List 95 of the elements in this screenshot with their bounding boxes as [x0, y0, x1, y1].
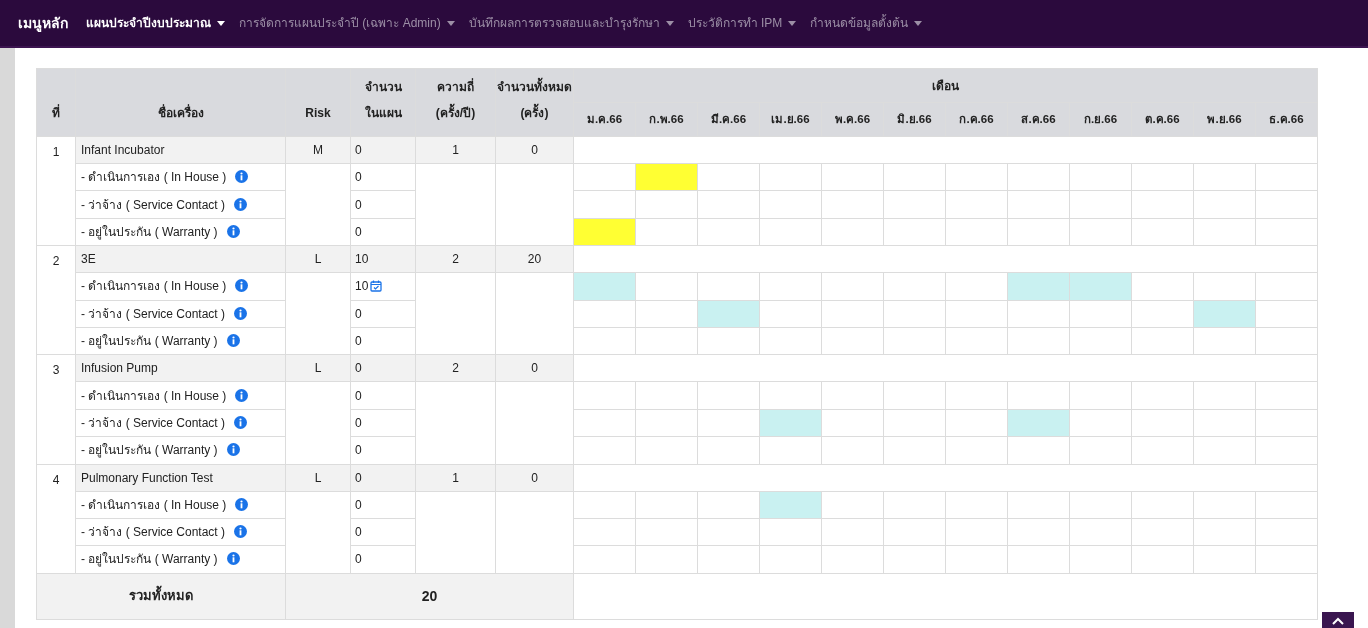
column-header: เม.ย.66 [759, 102, 822, 137]
column-header: ต.ค.66 [1131, 102, 1194, 137]
info-icon[interactable] [234, 525, 248, 539]
plan-type-label: - อยู่ในประกัน ( Warranty ) [81, 334, 218, 349]
column-header: พ.ค.66 [821, 102, 884, 137]
table-cell: 1 [36, 136, 76, 246]
info-icon[interactable] [226, 334, 240, 348]
nav-menu[interactable]: ประวัติการทำ IPM [687, 14, 797, 32]
column-header: ชื่อเครื่อง [75, 68, 286, 137]
column-header: มี.ค.66 [697, 102, 760, 137]
column-header: มิ.ย.66 [883, 102, 946, 137]
column-header: จำนวน ในแผน [350, 68, 416, 137]
column-header: ความถี่ (ครั้ง/ปี) [415, 68, 496, 137]
table-cell: 0 [355, 552, 362, 567]
plan-type-label: - ดำเนินการเอง ( In House ) [81, 388, 227, 403]
column-header: ก.ย.66 [1069, 102, 1132, 137]
caret-icon [788, 20, 797, 26]
table-cell: L [285, 464, 351, 491]
caret-icon [914, 20, 923, 26]
column-header: Risk [285, 68, 351, 137]
info-icon[interactable] [234, 306, 248, 320]
table-cell: 0 [350, 136, 416, 164]
calendar-check-icon[interactable] [370, 280, 383, 293]
info-icon[interactable] [226, 443, 240, 457]
chevron-up-icon [1332, 617, 1344, 625]
info-icon[interactable] [235, 279, 249, 293]
table-cell: 20 [495, 245, 574, 273]
plan-type-label: - ดำเนินการเอง ( In House ) [81, 497, 227, 512]
table-cell: 0 [355, 415, 362, 430]
column-header: เดือน [573, 68, 1318, 103]
table-cell: 0 [495, 354, 574, 382]
table-cell: 0 [350, 354, 416, 382]
info-icon[interactable] [235, 388, 249, 402]
info-icon[interactable] [234, 197, 248, 211]
table-cell: 0 [355, 525, 362, 540]
table-cell: 0 [495, 464, 574, 491]
info-icon[interactable] [226, 224, 240, 238]
info-icon[interactable] [235, 170, 249, 184]
plan-type-label: - ดำเนินการเอง ( In House ) [81, 170, 227, 185]
table-cell: 0 [355, 197, 362, 212]
plan-type-label: - อยู่ในประกัน ( Warranty ) [81, 224, 218, 239]
column-header: ก.พ.66 [635, 102, 698, 137]
column-header: ม.ค.66 [573, 102, 636, 137]
info-icon[interactable] [226, 552, 240, 566]
scroll-top-button[interactable] [1322, 612, 1354, 628]
table-cell: 0 [355, 334, 362, 349]
table-cell: 2 [415, 354, 496, 382]
table-cell: Pulmonary Function Test [75, 464, 286, 491]
table-cell: M [285, 136, 351, 164]
nav-menu[interactable]: การจัดการแผนประจำปี (เฉพาะ Admin) [239, 14, 455, 32]
table-cell: 0 [355, 443, 362, 458]
nav-menu[interactable]: แผนประจำปีงบประมาณ [86, 14, 225, 32]
nav-menu[interactable]: บันทึกผลการตรวจสอบและบำรุงรักษา [468, 14, 674, 32]
table-cell: 0 [350, 464, 416, 491]
table-cell: 0 [495, 136, 574, 164]
table-cell: 2 [36, 245, 76, 355]
column-header: ธ.ค.66 [1255, 102, 1318, 137]
plan-type-label: - อยู่ในประกัน ( Warranty ) [81, 552, 218, 567]
table-cell: Infant Incubator [75, 136, 286, 164]
nav-menu[interactable]: กำหนดข้อมูลตั้งต้น [810, 14, 923, 32]
info-icon[interactable] [235, 497, 249, 511]
total-value: 20 [285, 573, 574, 620]
total-label: รวมทั้งหมด [36, 573, 286, 620]
table-cell: 1 [415, 136, 496, 164]
column-header: ส.ค.66 [1007, 102, 1070, 137]
table-cell: 2 [415, 245, 496, 273]
plan-type-label: - ว่าจ้าง ( Service Contact ) [81, 197, 226, 212]
plan-type-label: - ว่าจ้าง ( Service Contact ) [81, 525, 226, 540]
column-header: ก.ค.66 [945, 102, 1008, 137]
table-cell: 3E [75, 245, 286, 273]
plan-type-label: - อยู่ในประกัน ( Warranty ) [81, 443, 218, 458]
table-cell: 10 [355, 279, 369, 294]
caret-icon [217, 20, 225, 26]
table-cell: 0 [355, 224, 362, 239]
table-cell: 10 [350, 245, 416, 273]
info-icon[interactable] [234, 415, 248, 429]
caret-icon [446, 20, 455, 26]
table-cell: 3 [36, 354, 76, 464]
table-cell: 0 [355, 306, 362, 321]
table-cell: 4 [36, 464, 76, 574]
column-header: จำนวนทั้งหมด (ครั้ง) [495, 68, 574, 137]
column-header: ที่ [36, 68, 76, 137]
table-cell: 0 [355, 497, 362, 512]
table-cell: L [285, 354, 351, 382]
plan-type-label: - ดำเนินการเอง ( In House ) [81, 279, 227, 294]
caret-icon [665, 20, 674, 26]
column-header: พ.ย.66 [1193, 102, 1256, 137]
table-cell: L [285, 245, 351, 273]
plan-type-label: - ว่าจ้าง ( Service Contact ) [81, 306, 226, 321]
table-cell: 1 [415, 464, 496, 491]
table-cell: 0 [355, 388, 362, 403]
table-cell: Infusion Pump [75, 354, 286, 382]
brand[interactable]: เมนูหลัก [18, 12, 68, 34]
table-cell: 0 [355, 170, 362, 185]
plan-type-label: - ว่าจ้าง ( Service Contact ) [81, 415, 226, 430]
